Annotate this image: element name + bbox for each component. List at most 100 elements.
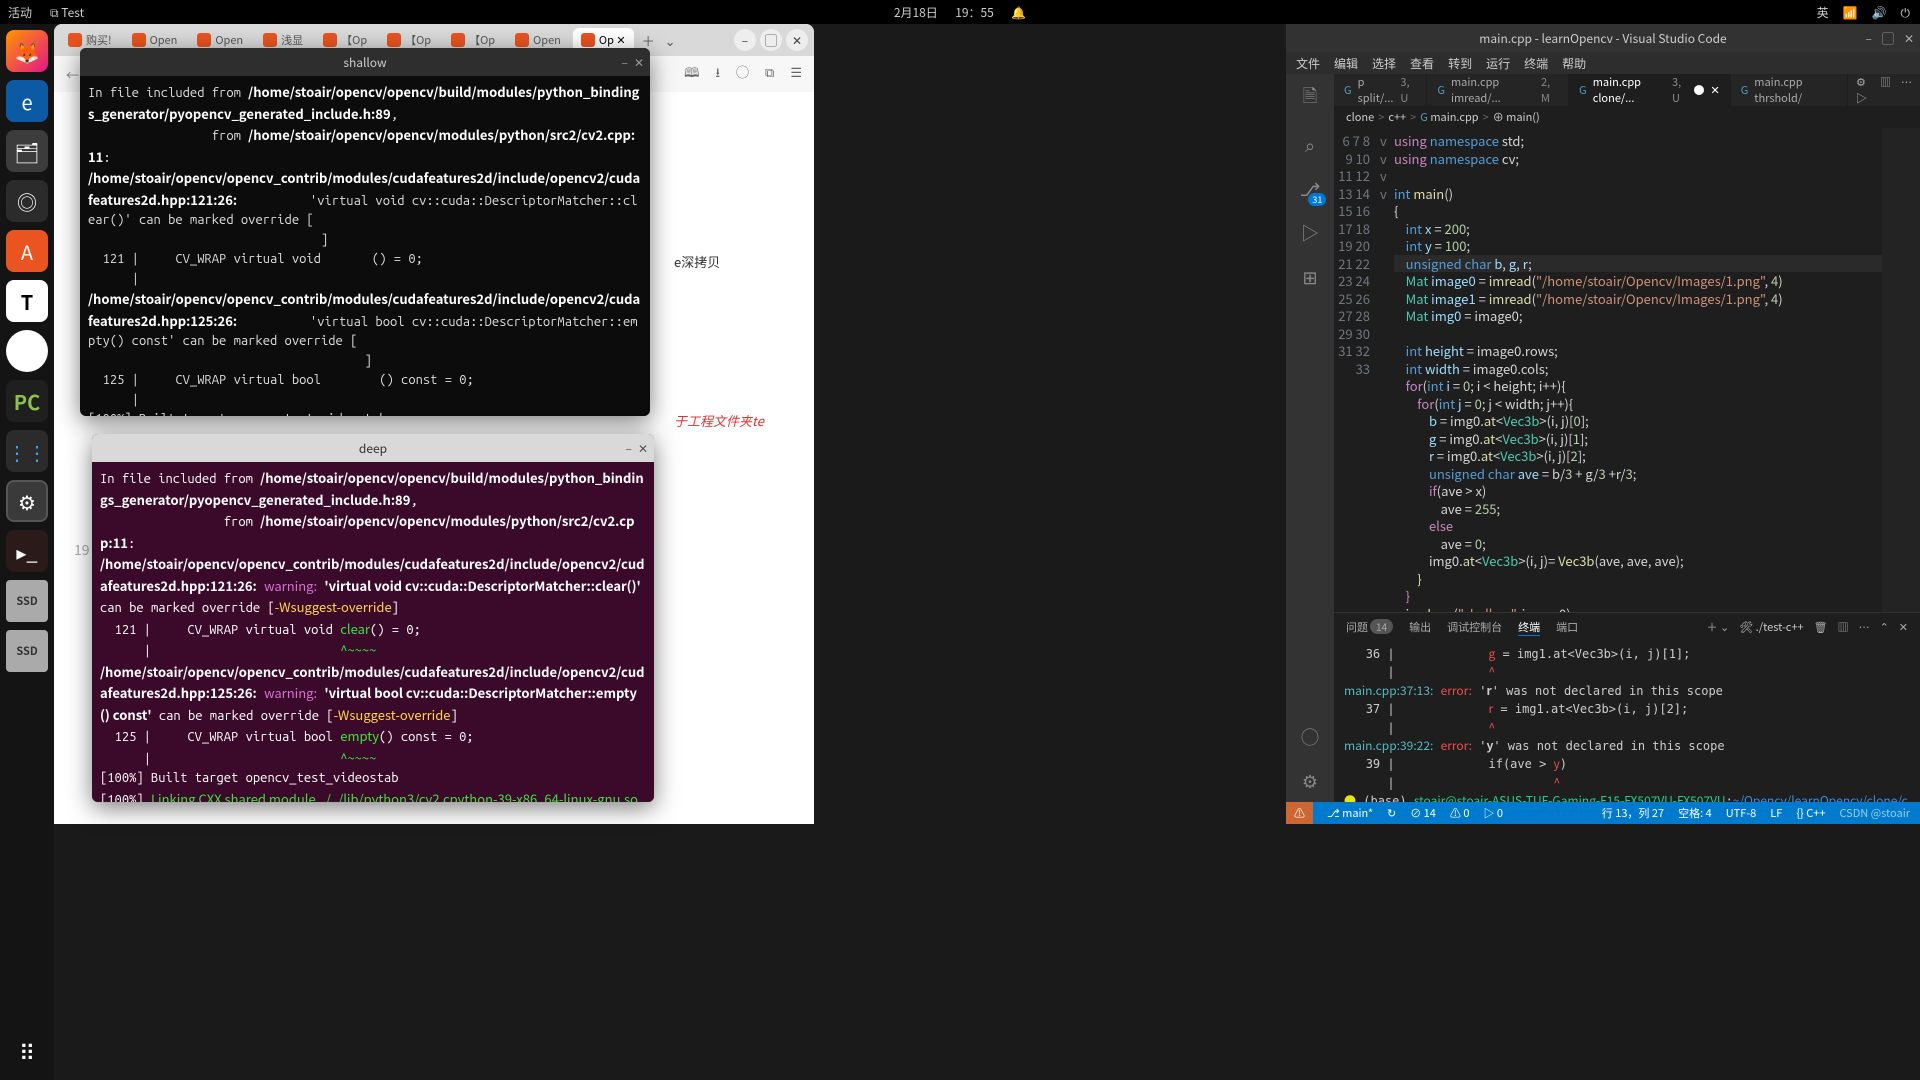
minimize-button[interactable]: – (734, 29, 756, 51)
disk1-icon[interactable]: SSD (6, 580, 48, 622)
term-close-icon[interactable]: ✕ (634, 54, 644, 71)
close-button[interactable]: ✕ (786, 29, 808, 51)
play-count[interactable]: ▷ 0 (1483, 805, 1503, 821)
download-icon[interactable]: ⭳ (715, 62, 720, 86)
vscode-icon[interactable]: ⋮⋮ (6, 430, 48, 472)
baidu-netdisk-icon[interactable]: ☁ (6, 330, 48, 372)
ubuntu-software-icon[interactable]: A (6, 230, 48, 272)
menu-bar[interactable]: 文件编辑选择查看转到运行终端帮助 (1286, 52, 1920, 74)
settings-icon[interactable]: ⚙ (6, 480, 48, 522)
extensions-icon[interactable]: ⊞ (1302, 264, 1317, 290)
account-icon[interactable]: ◯ (736, 62, 749, 86)
activities-button[interactable]: 活动 (8, 4, 32, 21)
minimize-button[interactable]: – (1865, 30, 1871, 47)
rhythmbox-icon[interactable]: ◎ (6, 180, 48, 222)
line-number: 19 (74, 540, 90, 560)
eol-status[interactable]: LF (1770, 805, 1782, 821)
terminal-output[interactable]: 36 | g = img1.at<Vec3b>(i, j)[1]; | ^ ma… (1334, 641, 1920, 802)
split-terminal-icon[interactable]: ▥ (1838, 619, 1849, 635)
remote-indicator[interactable]: ⚠ (1286, 802, 1313, 824)
menu-item[interactable]: 转到 (1448, 55, 1472, 72)
text-editor-icon[interactable]: T (6, 280, 48, 322)
terminal-deep: deep –✕ In file included from /home/stoa… (92, 434, 654, 802)
new-terminal-icon[interactable]: ＋ ⌄ (1707, 619, 1730, 635)
wifi-icon[interactable]: 📶 (1843, 4, 1858, 21)
menu-item[interactable]: 运行 (1486, 55, 1510, 72)
status-bar: ⚠ ⎇ main* ↻ ⊘ 14 ⚠ 0 ▷ 0 行 13，列 27 空格: 4… (1286, 802, 1920, 824)
run-icon[interactable]: ⚙ ▷ (1856, 74, 1870, 106)
indent-status[interactable]: 空格: 4 (1678, 805, 1712, 821)
settings-gear-icon[interactable]: ⚙ (1302, 768, 1318, 794)
breadcrumb[interactable]: clone > c++ > G main.cpp > ⊕ main() (1334, 106, 1920, 128)
cursor-position[interactable]: 行 13，列 27 (1602, 805, 1664, 821)
show-apps-icon[interactable]: ⠿ (19, 1036, 35, 1068)
terminal-shallow: shallow –✕ In file included from /home/s… (80, 48, 650, 416)
encoding-status[interactable]: UTF-8 (1726, 805, 1757, 821)
menu-item[interactable]: 帮助 (1562, 55, 1586, 72)
git-branch[interactable]: ⎇ main* (1327, 805, 1373, 821)
terminal-icon[interactable]: ▸_ (6, 530, 48, 572)
power-icon[interactable]: ⏻ (1901, 4, 1911, 21)
menu-item[interactable]: 文件 (1296, 55, 1320, 72)
tab-ports[interactable]: 端口 (1556, 619, 1578, 635)
tab-debug-console[interactable]: 调试控制台 (1447, 619, 1502, 635)
files-icon[interactable]: 🗂 (6, 130, 48, 172)
editor-tab[interactable]: G main.cpp thrshold/ (1731, 74, 1848, 106)
close-panel-icon[interactable]: ✕ (1899, 619, 1908, 635)
close-button[interactable]: ✕ (1904, 30, 1914, 47)
gnome-dock: 🦊 e 🗂 ◎ A T ☁ PC ⋮⋮ ⚙ ▸_ SSD SSD ⠿ (0, 24, 54, 1080)
back-button[interactable]: ← (66, 65, 79, 84)
edge-icon[interactable]: e (6, 80, 48, 122)
notification-icon: 🔔 (1011, 4, 1026, 21)
vscode-window: main.cpp - learnOpencv - Visual Studio C… (1286, 24, 1920, 824)
term-min-icon[interactable]: – (622, 54, 628, 71)
term-close-icon[interactable]: ✕ (638, 440, 648, 457)
app-menu[interactable]: ⧉ Test (50, 4, 84, 21)
maximize-button[interactable]: ▢ (1882, 30, 1894, 47)
extension-icon[interactable]: ⧉ (765, 62, 774, 86)
editor-tab[interactable]: G main.cpp clone/... 3, U ● ✕ (1569, 74, 1731, 106)
watermark: CSDN @stoair (1839, 805, 1910, 821)
disk2-icon[interactable]: SSD (6, 630, 48, 672)
language-mode[interactable]: {} C++ (1796, 805, 1825, 821)
maximize-panel-icon[interactable]: ⌃ (1880, 619, 1889, 635)
new-tab-button[interactable]: ＋ (642, 31, 655, 50)
bottom-panel: 问题14 输出 调试控制台 终端 端口 ＋ ⌄ 🛠 ./test-c++ 🗑 ▥… (1334, 612, 1920, 802)
volume-icon[interactable]: 🔊 (1872, 4, 1887, 21)
menu-item[interactable]: 查看 (1410, 55, 1434, 72)
tab-problems[interactable]: 问题14 (1346, 619, 1393, 635)
maximize-button[interactable]: ▢ (760, 29, 782, 51)
more-icon[interactable]: ⋯ (1901, 74, 1912, 106)
reader-icon[interactable]: 🕮 (684, 62, 699, 86)
term-min-icon[interactable]: – (626, 440, 632, 457)
terminal-output: In file included from /home/stoair/openc… (80, 76, 650, 416)
editor-tab[interactable]: G main.cpp imread/... 2, M (1427, 74, 1569, 106)
menu-item[interactable]: 编辑 (1334, 55, 1358, 72)
menu-icon[interactable]: ☰ (790, 62, 802, 86)
firefox-icon[interactable]: 🦊 (6, 30, 48, 72)
account-icon[interactable]: ◯ (1301, 724, 1319, 750)
search-icon[interactable]: ⌕ (1305, 132, 1315, 158)
window-title: main.cpp - learnOpencv - Visual Studio C… (1479, 30, 1726, 47)
terminal-title: deep (359, 440, 387, 457)
tab-output[interactable]: 输出 (1409, 619, 1431, 635)
pycharm-icon[interactable]: PC (6, 380, 48, 422)
warning-count[interactable]: ⚠ 0 (1450, 805, 1470, 821)
source-control-icon[interactable]: ⎇ (1300, 176, 1321, 202)
tab-terminal[interactable]: 终端 (1518, 619, 1540, 636)
trash-icon[interactable]: 🗑 (1814, 619, 1828, 635)
minimap[interactable] (1882, 128, 1920, 612)
error-count[interactable]: ⊘ 14 (1410, 805, 1436, 821)
menu-item[interactable]: 选择 (1372, 55, 1396, 72)
code-editor[interactable]: 6 7 8 9 10 11 12 13 14 15 16 17 18 19 20… (1334, 128, 1920, 612)
input-method[interactable]: 英 (1817, 4, 1829, 21)
run-debug-icon[interactable]: ▷ (1301, 220, 1319, 246)
kill-terminal-icon[interactable]: ⋯ (1859, 619, 1870, 635)
tab-overflow-icon[interactable]: ⌄ (665, 31, 676, 50)
menu-item[interactable]: 终端 (1524, 55, 1548, 72)
explorer-icon[interactable]: 🗎 (1303, 82, 1317, 114)
split-editor-icon[interactable]: ▥ (1880, 74, 1891, 106)
clock[interactable]: 2月18日 19：55 🔔 (894, 4, 1026, 21)
editor-tab[interactable]: G p split/... 3, U (1334, 74, 1427, 106)
sync-icon[interactable]: ↻ (1387, 805, 1396, 821)
